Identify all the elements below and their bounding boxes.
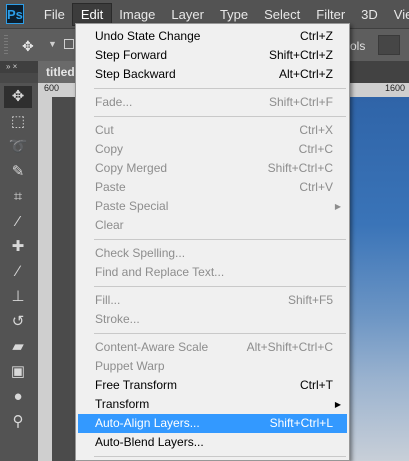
menu-item-label: Copy — [95, 142, 124, 156]
menu-item-label: Paste Special — [95, 199, 169, 213]
menu-item-auto-blend-layers[interactable]: Auto-Blend Layers... — [78, 433, 347, 452]
menu-item-label: Fade... — [95, 95, 133, 109]
submenu-arrow-icon: ▶ — [334, 400, 341, 409]
menu-item-paste-special[interactable]: Paste Special ▶ — [78, 197, 347, 216]
menu-item-stroke[interactable]: Stroke... — [78, 310, 347, 329]
menu-item-label: Auto-Blend Layers... — [95, 435, 204, 449]
menu-separator — [94, 333, 346, 334]
menu-separator — [94, 116, 346, 117]
menu-item-label: Cut — [95, 123, 114, 137]
menu-file[interactable]: File — [36, 4, 73, 25]
menu-item-puppet-warp[interactable]: Puppet Warp — [78, 357, 347, 376]
menu-item-label: Undo State Change — [95, 29, 201, 43]
menu-item-check-spelling[interactable]: Check Spelling... — [78, 244, 347, 263]
quick-select-icon[interactable]: ✎ — [4, 161, 32, 183]
menu-item-copy-merged[interactable]: Copy Merged Shift+Ctrl+C — [78, 159, 347, 178]
workspace-button[interactable] — [378, 35, 400, 55]
brush-icon[interactable]: ∕ — [4, 261, 32, 283]
menu-item-clear[interactable]: Clear — [78, 216, 347, 235]
marquee-icon[interactable]: ⬚ — [4, 111, 32, 133]
menu-item-label: Fill... — [95, 293, 121, 307]
menu-item-label: Auto-Align Layers... — [95, 416, 200, 430]
menu-item-label: Stroke... — [95, 312, 140, 326]
clone-stamp-icon[interactable]: ⊥ — [4, 286, 32, 308]
healing-brush-icon[interactable]: ✚ — [4, 236, 32, 258]
options-trailing-text: ols — [350, 39, 366, 53]
menu-separator — [94, 456, 346, 457]
menu-item-shortcut: Shift+Ctrl+F — [268, 95, 333, 109]
menu-item-step-backward[interactable]: Step Backward Alt+Ctrl+Z — [78, 65, 347, 84]
menu-item-shortcut: Ctrl+X — [299, 123, 333, 137]
menu-item-label: Check Spelling... — [95, 246, 186, 260]
menu-item-shortcut: Shift+Ctrl+L — [269, 416, 333, 430]
menu-item-label: Copy Merged — [95, 161, 168, 175]
eyedropper-icon[interactable]: ⁄ — [4, 211, 32, 233]
move-icon[interactable]: ✥ — [4, 86, 32, 108]
menu-separator — [94, 239, 346, 240]
menu-item-label: Transform — [95, 397, 150, 411]
menu-item-label: Clear — [95, 218, 124, 232]
menu-select[interactable]: Select — [256, 4, 308, 25]
menu-item-shortcut: Ctrl+T — [300, 378, 333, 392]
menu-separator — [94, 286, 346, 287]
dodge-icon[interactable]: ⚲ — [4, 411, 32, 433]
menu-item-shortcut: Shift+Ctrl+C — [267, 161, 333, 175]
menu-item-shortcut: Shift+Ctrl+Z — [268, 48, 333, 62]
menu-item-fill[interactable]: Fill... Shift+F5 — [78, 291, 347, 310]
options-grip[interactable] — [4, 35, 8, 55]
menu-item-shortcut: Alt+Shift+Ctrl+C — [246, 340, 333, 354]
menu-item-shortcut: Ctrl+Z — [300, 29, 333, 43]
menu-item-fade[interactable]: Fade... Shift+Ctrl+F — [78, 93, 347, 112]
menu-item-shortcut: Ctrl+V — [299, 180, 333, 194]
menu-item-cut[interactable]: Cut Ctrl+X — [78, 121, 347, 140]
menu-item-auto-align-layers[interactable]: Auto-Align Layers... Shift+Ctrl+L — [78, 414, 347, 433]
menu-item-label: Free Transform — [95, 378, 178, 392]
menu-item-label: Content-Aware Scale — [95, 340, 209, 354]
menu-view[interactable]: View — [386, 4, 409, 25]
edit-menu-dropdown: Undo State Change Ctrl+Z Step Forward Sh… — [75, 23, 350, 461]
tools-panel-header[interactable]: » × — [0, 61, 38, 73]
ruler-tick-label: 1600 — [385, 83, 406, 93]
menu-item-paste[interactable]: Paste Ctrl+V — [78, 178, 347, 197]
auto-select-checkbox[interactable] — [64, 39, 74, 49]
menu-item-label: Step Backward — [95, 67, 176, 81]
lasso-icon[interactable]: ➰ — [4, 136, 32, 158]
menu-image[interactable]: Image — [111, 4, 163, 25]
menu-item-label: Puppet Warp — [95, 359, 165, 373]
menu-edit[interactable]: Edit — [71, 2, 113, 26]
menu-item-transform[interactable]: Transform ▶ — [78, 395, 347, 414]
menu-item-label: Step Forward — [95, 48, 168, 62]
move-tool-icon[interactable]: ✥ — [22, 38, 34, 55]
eraser-icon[interactable]: ▰ — [4, 336, 32, 358]
menu-item-label: Find and Replace Text... — [95, 265, 225, 279]
tools-panel: » × ✥ ⬚ ➰ ✎ ⌗ ⁄ ✚ ∕ ⊥ ↺ ▰ ▣ ● ⚲ — [0, 61, 39, 461]
menu-item-free-transform[interactable]: Free Transform Ctrl+T — [78, 376, 347, 395]
menu-separator — [94, 88, 346, 89]
menu-item-step-forward[interactable]: Step Forward Shift+Ctrl+Z — [78, 46, 347, 65]
ruler-tick-label: 600 — [44, 83, 60, 93]
photoshop-logo: Ps — [6, 4, 24, 24]
history-brush-icon[interactable]: ↺ — [4, 311, 32, 333]
tool-preset-dropdown-icon[interactable]: ▼ — [48, 39, 57, 49]
menu-item-shortcut: Ctrl+C — [298, 142, 333, 156]
menu-item-copy[interactable]: Copy Ctrl+C — [78, 140, 347, 159]
crop-icon[interactable]: ⌗ — [4, 186, 32, 208]
menu-type[interactable]: Type — [212, 4, 256, 25]
menu-item-shortcut: Shift+F5 — [287, 293, 333, 307]
menu-3d[interactable]: 3D — [353, 4, 386, 25]
menu-item-shortcut: Alt+Ctrl+Z — [278, 67, 333, 81]
menu-layer[interactable]: Layer — [163, 4, 212, 25]
vertical-ruler — [38, 97, 52, 461]
menu-item-find-replace[interactable]: Find and Replace Text... — [78, 263, 347, 282]
menu-item-content-aware-scale[interactable]: Content-Aware Scale Alt+Shift+Ctrl+C — [78, 338, 347, 357]
menu-item-undo[interactable]: Undo State Change Ctrl+Z — [78, 27, 347, 46]
menu-filter[interactable]: Filter — [308, 4, 353, 25]
submenu-arrow-icon: ▶ — [334, 202, 341, 211]
tools-panel-grip[interactable] — [0, 73, 38, 83]
blur-icon[interactable]: ● — [4, 386, 32, 408]
gradient-icon[interactable]: ▣ — [4, 361, 32, 383]
menu-item-label: Paste — [95, 180, 126, 194]
